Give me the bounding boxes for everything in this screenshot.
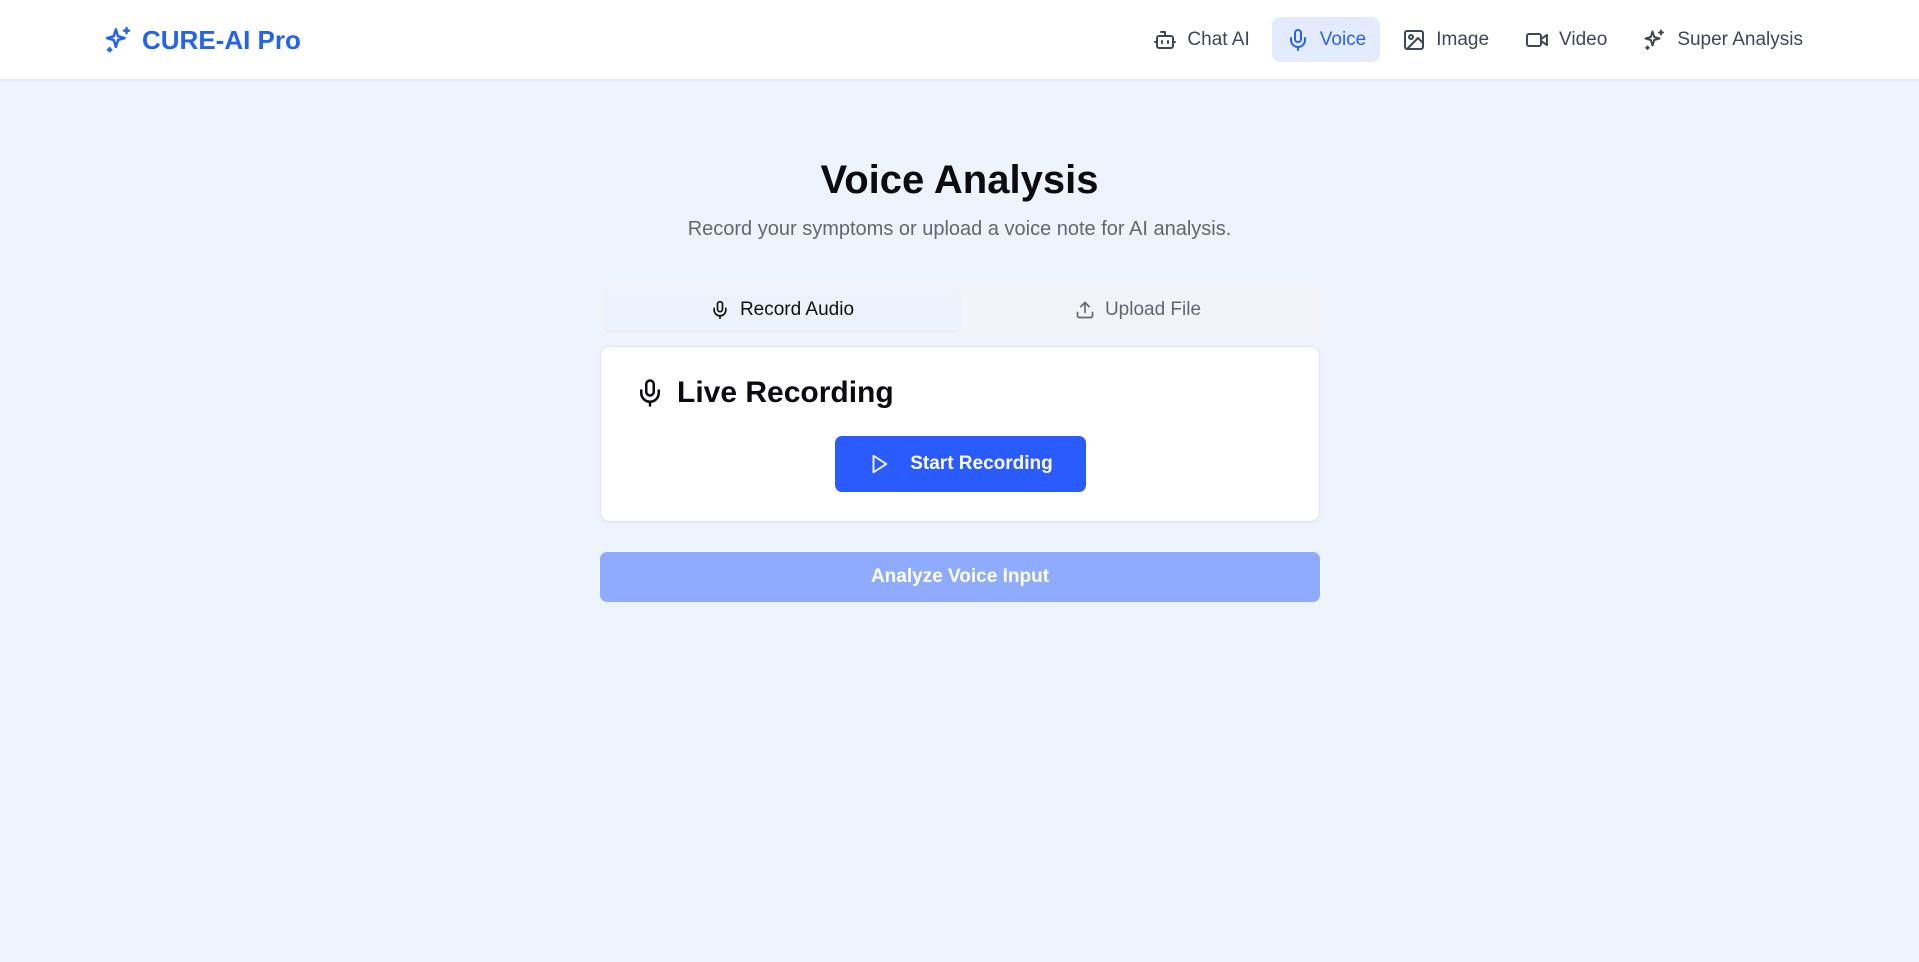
nav-label: Chat AI bbox=[1187, 28, 1250, 50]
nav-label: Super Analysis bbox=[1677, 28, 1803, 50]
start-recording-button[interactable]: Start Recording bbox=[835, 436, 1086, 492]
nav-item-voice[interactable]: Voice bbox=[1271, 17, 1381, 62]
video-camera-icon bbox=[1526, 32, 1549, 47]
nav-item-image[interactable]: Image bbox=[1388, 17, 1503, 62]
main-content: Voice Analysis Record your symptoms or u… bbox=[0, 80, 1919, 962]
nav-label: Image bbox=[1436, 28, 1490, 50]
main-nav: Chat AI Voice Image Video Super Analysis bbox=[1139, 17, 1817, 62]
sparkles-icon bbox=[105, 26, 131, 53]
analyze-button-label: Analyze Voice Input bbox=[870, 566, 1050, 587]
microphone-icon bbox=[713, 300, 727, 320]
microphone-icon bbox=[640, 379, 660, 407]
nav-item-chat-ai[interactable]: Chat AI bbox=[1139, 17, 1263, 62]
upload-icon bbox=[1076, 301, 1094, 319]
sparkles-icon bbox=[1644, 29, 1665, 50]
tab-upload-file[interactable]: Upload File bbox=[960, 289, 1316, 331]
nav-item-video[interactable]: Video bbox=[1511, 17, 1621, 62]
card-title-text: Live Recording bbox=[677, 376, 894, 409]
tab-label: Upload File bbox=[1104, 299, 1202, 320]
brand-logo[interactable]: CURE-AI Pro bbox=[104, 22, 301, 58]
top-navbar: CURE-AI Pro Chat AI Voice Image Video Su… bbox=[0, 0, 1919, 80]
page-subtitle: Record your symptoms or upload a voice n… bbox=[687, 218, 1232, 240]
input-mode-tabs: Record Audio Upload File bbox=[600, 285, 1320, 335]
live-recording-card: Live Recording Start Recording bbox=[600, 346, 1320, 522]
card-title: Live Recording bbox=[635, 373, 894, 413]
page-title: Voice Analysis bbox=[820, 158, 1099, 202]
tab-label: Record Audio bbox=[739, 299, 855, 320]
nav-label: Voice bbox=[1319, 28, 1367, 50]
start-recording-label: Start Recording bbox=[910, 453, 1053, 474]
tab-record-audio[interactable]: Record Audio bbox=[604, 289, 960, 331]
brand-name: CURE-AI Pro bbox=[142, 24, 301, 55]
analyze-voice-input-button[interactable]: Analyze Voice Input bbox=[600, 552, 1320, 602]
bot-icon bbox=[1154, 30, 1177, 49]
play-icon bbox=[872, 454, 888, 474]
microphone-icon bbox=[1289, 28, 1306, 51]
nav-label: Video bbox=[1559, 28, 1608, 50]
nav-item-super-analysis[interactable]: Super Analysis bbox=[1629, 17, 1817, 62]
image-icon bbox=[1404, 29, 1425, 50]
